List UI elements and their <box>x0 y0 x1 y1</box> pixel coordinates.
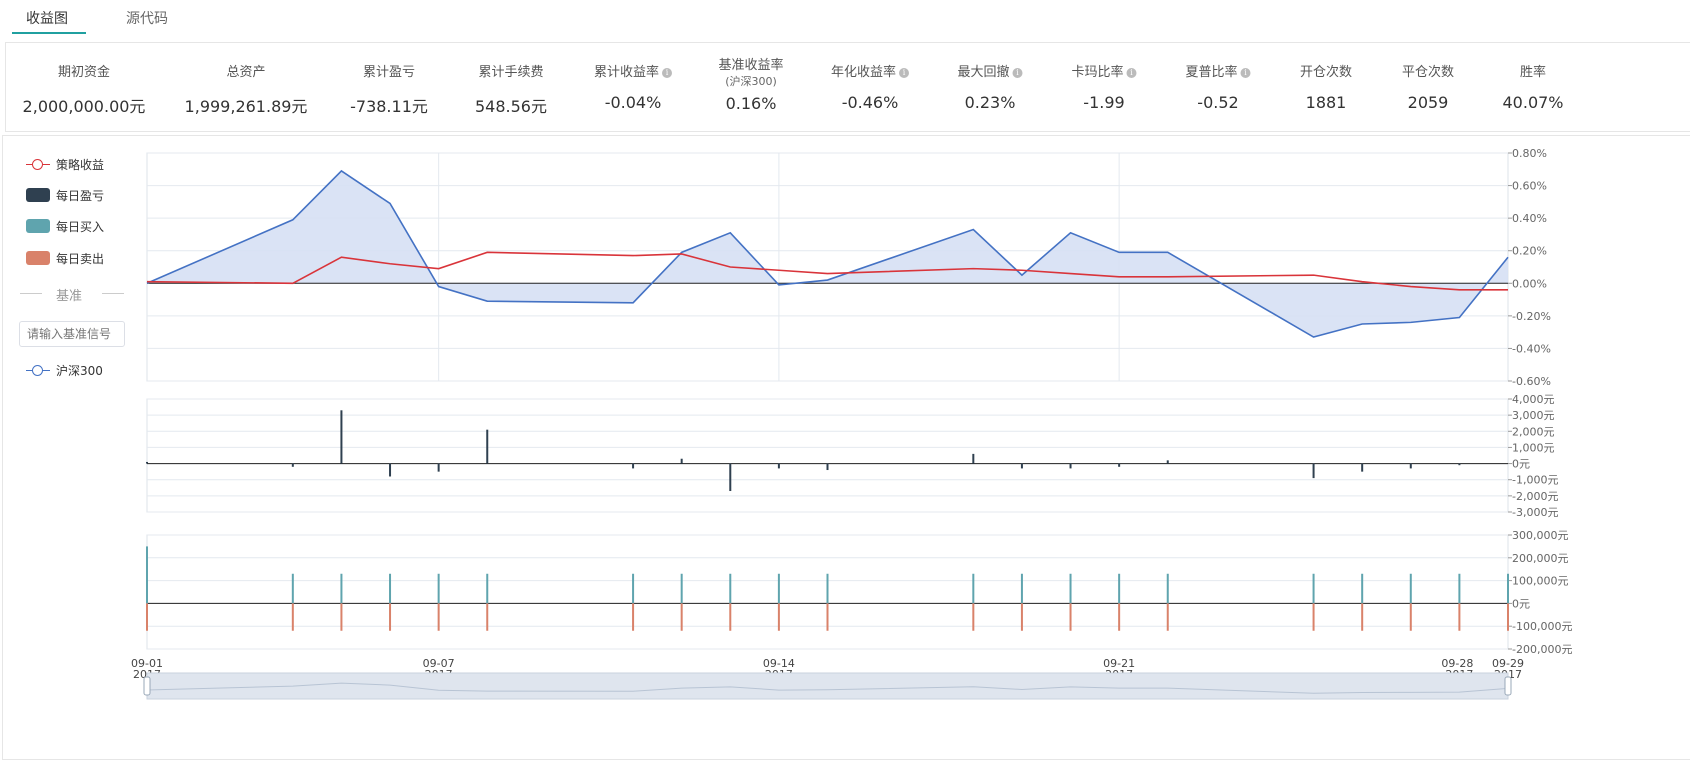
metric-label: 最大回撤 i <box>957 61 1023 80</box>
legend-label: 策略收益 <box>56 158 105 172</box>
info-icon[interactable]: i <box>1126 68 1137 78</box>
metric-label: 累计手续费 <box>478 65 544 80</box>
metric-label-text: 夏普比率 <box>1185 65 1238 80</box>
line-marker-icon <box>26 363 50 377</box>
metric-value: 40.07% <box>1502 93 1564 112</box>
chart-panel <box>2 135 1690 760</box>
info-icon[interactable]: i <box>1240 68 1251 78</box>
divider-line <box>102 293 124 294</box>
metric-value: -0.04% <box>604 93 662 112</box>
color-swatch-icon <box>26 251 50 265</box>
metric-value: 2059 <box>1407 93 1449 112</box>
legend-daily-buy[interactable]: 每日买入 <box>26 219 104 235</box>
metric-value: 0.23% <box>964 93 1016 112</box>
metric-value: 548.56元 <box>475 97 547 116</box>
metric-label: 期初资金 <box>57 65 111 80</box>
metric-label: 年化收益率 i <box>830 61 910 80</box>
metric-value: -0.46% <box>841 93 899 112</box>
metric-label-text: 卡玛比率 <box>1071 65 1124 80</box>
metric-label: 平仓次数 <box>1401 65 1455 80</box>
tab-chart[interactable]: 收益图 <box>26 8 68 28</box>
tab-bar: 收益图 源代码 <box>0 0 1690 36</box>
metric-value: -0.52 <box>1197 93 1239 112</box>
legend-daily-sell[interactable]: 每日卖出 <box>26 251 104 267</box>
metric-label: 卡玛比率 i <box>1071 61 1137 80</box>
metric-value: 1,999,261.89元 <box>184 97 308 116</box>
metric-label-text: 最大回撤 <box>957 65 1010 80</box>
metric-label: 基准收益率 <box>718 58 784 73</box>
metric-value: 0.16% <box>725 94 777 113</box>
metric-value: 2,000,000.00元 <box>22 97 146 116</box>
benchmark-divider: 基准 <box>20 285 126 304</box>
metrics-bar: 期初资金 2,000,000.00元 总资产 1,999,261.89元 累计盈… <box>5 42 1690 132</box>
active-tab-indicator <box>12 32 86 34</box>
metric-label: 总资产 <box>226 65 266 80</box>
legend-label: 每日买入 <box>56 220 105 234</box>
legend-strategy-return[interactable]: 策略收益 <box>26 157 104 173</box>
metric-label-text: 累计收益率 <box>593 65 660 80</box>
metric-label: 夏普比率 i <box>1185 61 1251 80</box>
benchmark-heading: 基准 <box>56 289 83 304</box>
benchmark-signal-input[interactable] <box>19 321 125 347</box>
tab-source-code[interactable]: 源代码 <box>126 8 168 28</box>
line-marker-icon <box>26 157 50 171</box>
legend-label: 每日卖出 <box>56 252 105 266</box>
color-swatch-icon <box>26 219 50 233</box>
legend-label: 每日盈亏 <box>56 189 105 203</box>
info-icon[interactable]: i <box>662 68 673 78</box>
metric-label: 累计盈亏 <box>362 65 416 80</box>
info-icon[interactable]: i <box>1012 68 1023 78</box>
metric-label: 胜率 <box>1519 65 1547 80</box>
metric-label: 开仓次数 <box>1299 65 1353 80</box>
divider-line <box>20 293 42 294</box>
metric-label: 累计收益率 i <box>593 61 673 80</box>
metric-value: 1881 <box>1305 93 1347 112</box>
metric-sublabel: (沪深300) <box>725 75 777 88</box>
metric-value: -738.11元 <box>350 97 428 116</box>
color-swatch-icon <box>26 188 50 202</box>
info-icon[interactable]: i <box>899 68 910 78</box>
metric-value: -1.99 <box>1083 93 1125 112</box>
legend-daily-pnl[interactable]: 每日盈亏 <box>26 188 104 204</box>
legend-benchmark-csi300[interactable]: 沪深300 <box>26 363 103 379</box>
metric-label-text: 年化收益率 <box>830 65 897 80</box>
legend-label: 沪深300 <box>56 364 103 378</box>
